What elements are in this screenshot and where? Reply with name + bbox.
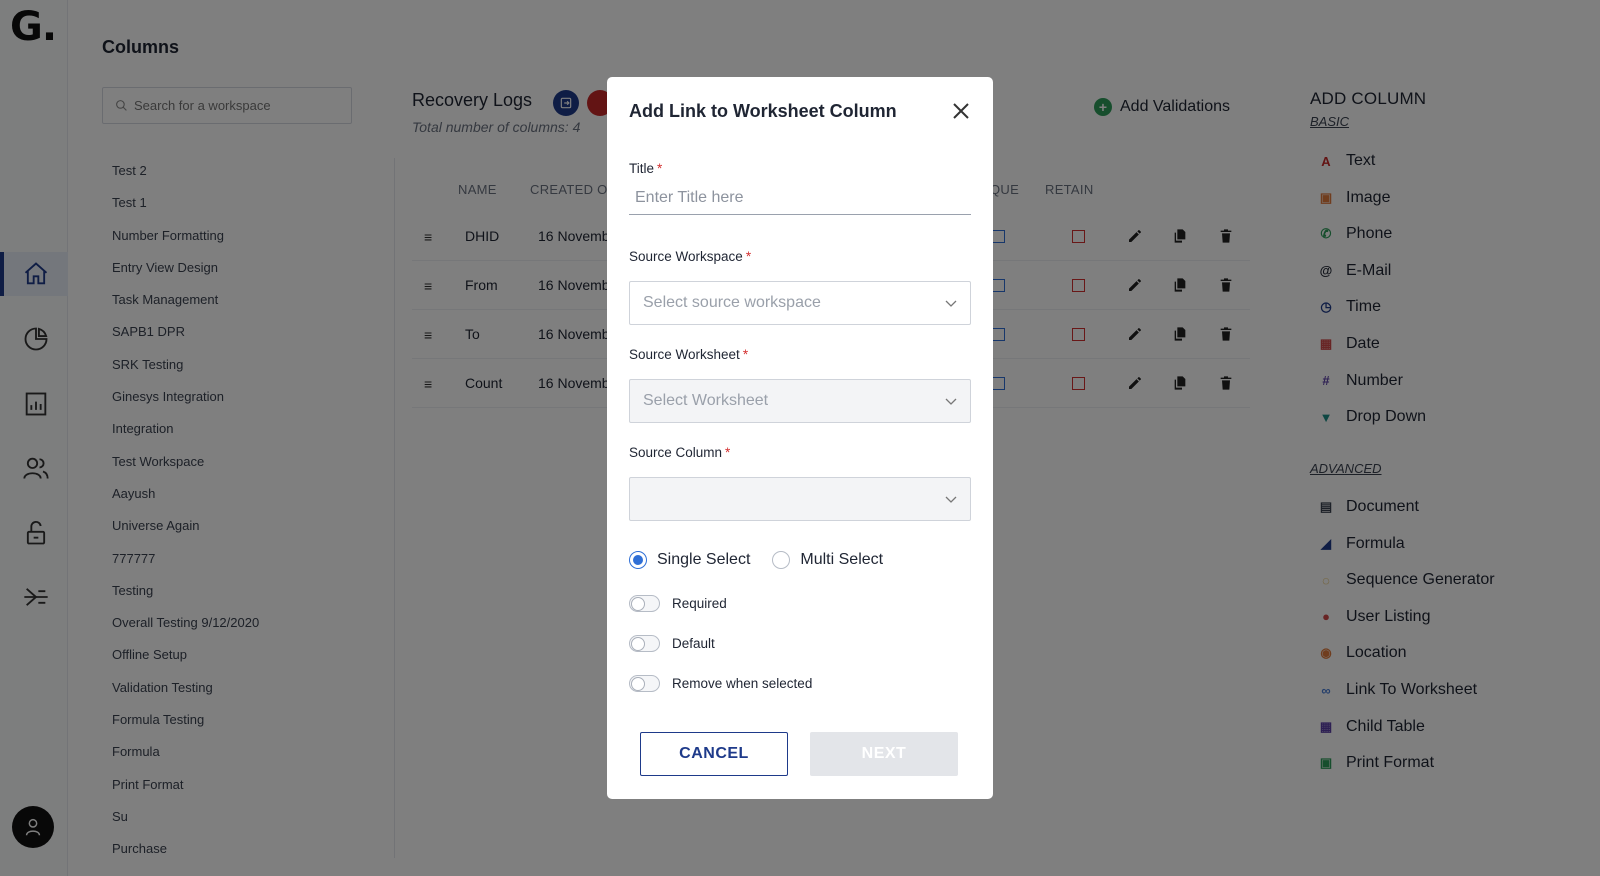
title-label-text: Title bbox=[629, 161, 655, 176]
default-toggle[interactable] bbox=[629, 635, 660, 652]
source-column-label: Source Column * bbox=[629, 445, 730, 460]
default-toggle-row: Default bbox=[629, 635, 715, 652]
source-worksheet-select[interactable]: Select Worksheet bbox=[629, 379, 971, 423]
title-input[interactable] bbox=[629, 181, 971, 215]
chevron-down-icon bbox=[945, 496, 957, 503]
source-workspace-label-text: Source Workspace bbox=[629, 249, 743, 264]
source-column-select[interactable] bbox=[629, 477, 971, 521]
required-mark: * bbox=[657, 161, 663, 176]
required-mark: * bbox=[745, 249, 752, 264]
required-toggle[interactable] bbox=[629, 595, 660, 612]
chevron-down-icon bbox=[945, 300, 957, 307]
default-toggle-label: Default bbox=[672, 636, 715, 651]
single-select-radio[interactable] bbox=[629, 551, 647, 569]
multi-select-label[interactable]: Multi Select bbox=[800, 551, 883, 569]
source-workspace-label: Source Workspace * bbox=[629, 249, 751, 264]
remove-when-selected-toggle[interactable] bbox=[629, 675, 660, 692]
close-button[interactable] bbox=[951, 101, 971, 121]
selection-mode: Single Select Multi Select bbox=[629, 551, 883, 569]
source-workspace-select[interactable]: Select source workspace bbox=[629, 281, 971, 325]
required-mark: * bbox=[725, 445, 731, 460]
chevron-down-icon bbox=[945, 398, 957, 405]
source-worksheet-label: Source Worksheet * bbox=[629, 347, 748, 362]
source-column-label-text: Source Column bbox=[629, 445, 723, 460]
next-button[interactable]: NEXT bbox=[810, 732, 958, 776]
source-workspace-placeholder: Select source workspace bbox=[643, 294, 821, 311]
required-mark: * bbox=[742, 347, 749, 362]
add-link-modal: Add Link to Worksheet Column Title* Sour… bbox=[607, 77, 993, 799]
source-worksheet-placeholder: Select Worksheet bbox=[643, 392, 769, 409]
cancel-button[interactable]: CANCEL bbox=[640, 732, 788, 776]
source-worksheet-label-text: Source Worksheet bbox=[629, 347, 740, 362]
modal-title: Add Link to Worksheet Column bbox=[629, 101, 897, 121]
title-label: Title * bbox=[629, 161, 662, 176]
remove-toggle-row: Remove when selected bbox=[629, 675, 812, 692]
multi-select-radio[interactable] bbox=[772, 551, 791, 569]
required-toggle-row: Required bbox=[629, 595, 727, 612]
required-toggle-label: Required bbox=[672, 596, 727, 611]
remove-toggle-label: Remove when selected bbox=[672, 676, 813, 691]
close-icon bbox=[953, 103, 969, 119]
single-select-label[interactable]: Single Select bbox=[657, 551, 750, 569]
